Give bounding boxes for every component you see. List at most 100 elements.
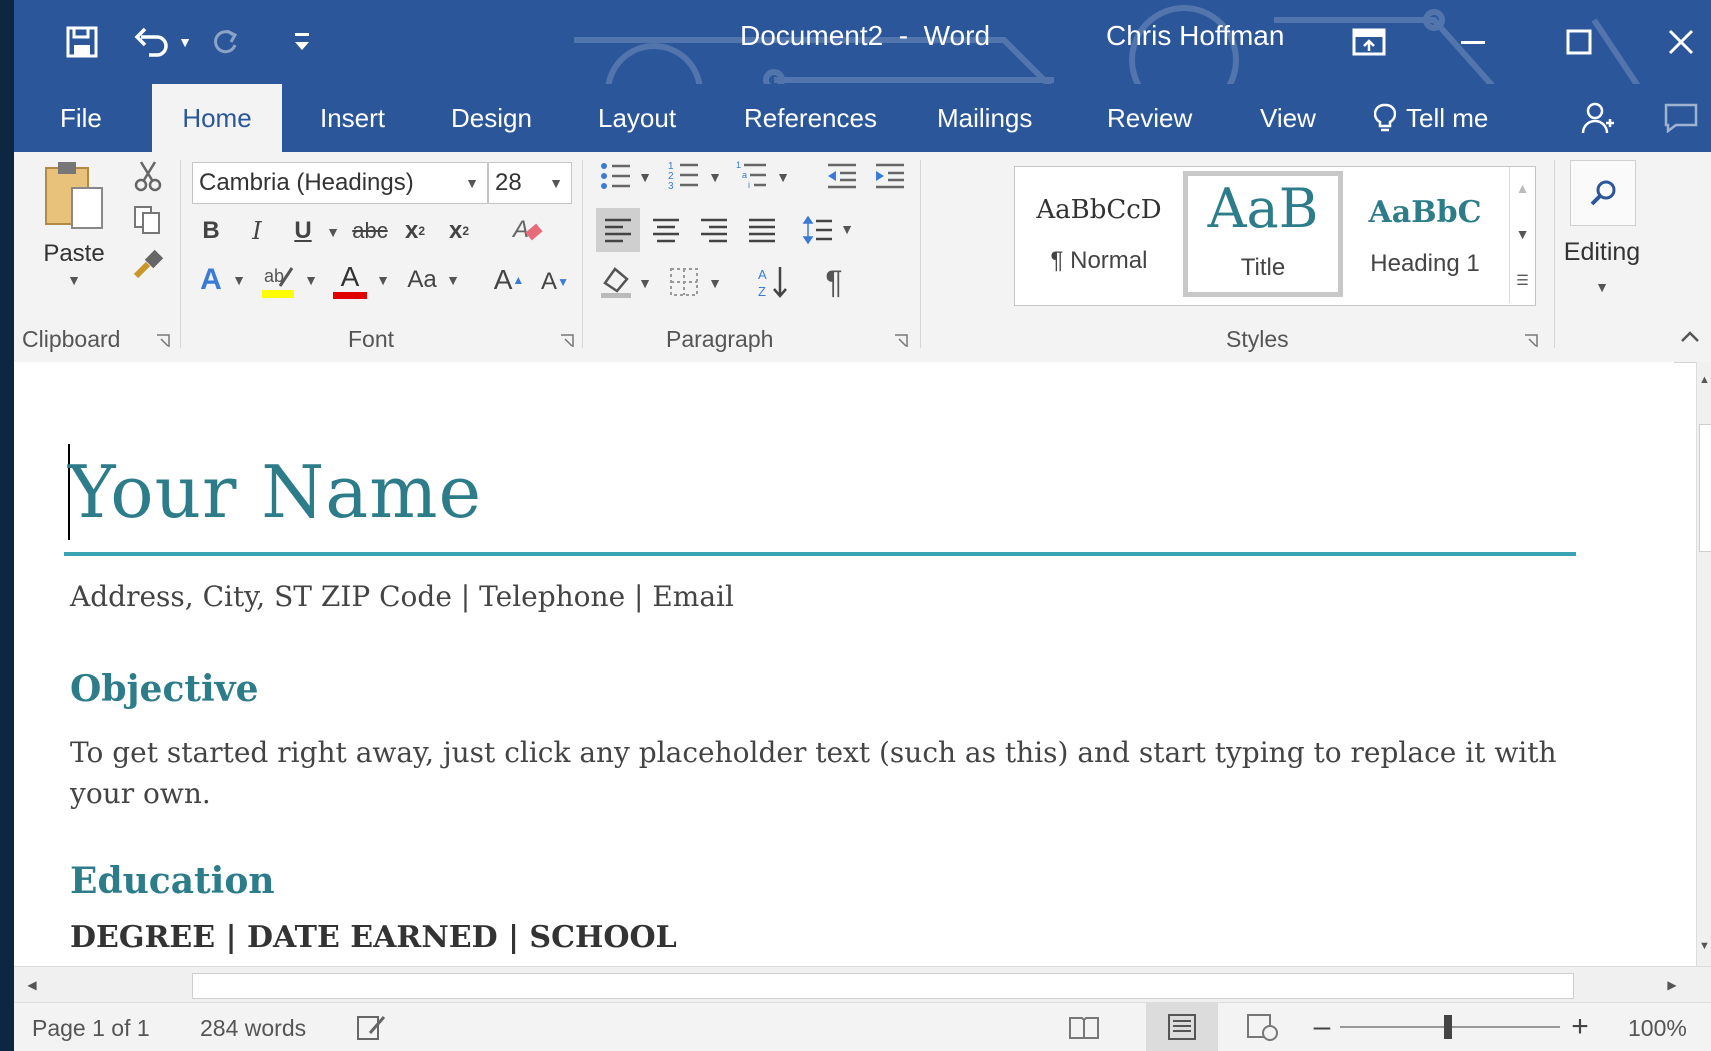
text-effects-dropdown-icon[interactable]: ▼ — [230, 270, 248, 290]
underline-dropdown-icon[interactable]: ▼ — [324, 222, 342, 242]
scroll-down-arrow-icon[interactable]: ▼ — [1697, 936, 1711, 956]
font-color-button[interactable]: A — [330, 258, 370, 302]
text-effects-button[interactable]: A — [194, 260, 228, 300]
styles-more-icon[interactable]: ☰ — [1510, 263, 1535, 297]
underline-button[interactable]: U — [288, 214, 318, 248]
user-name[interactable]: Chris Hoffman — [1106, 20, 1284, 52]
italic-button[interactable]: I — [242, 214, 272, 248]
objective-paragraph[interactable]: To get started right away, just click an… — [70, 732, 1570, 814]
highlight-color-icon[interactable]: ab — [258, 258, 298, 302]
paragraph-launcher-icon[interactable] — [894, 334, 908, 348]
zoom-level[interactable]: 100% — [1628, 1015, 1687, 1042]
ribbon-display-options-icon[interactable] — [1334, 10, 1404, 74]
style-title[interactable]: AaB Title — [1183, 171, 1343, 297]
maximize-icon[interactable] — [1544, 10, 1614, 74]
cut-icon[interactable] — [130, 158, 166, 194]
show-formatting-marks-button[interactable]: ¶ — [814, 260, 854, 304]
styles-launcher-icon[interactable] — [1524, 334, 1538, 348]
resume-name-title[interactable]: Your Name — [68, 450, 482, 534]
justify-icon[interactable] — [740, 208, 784, 252]
font-size-dropdown-icon[interactable]: ▼ — [549, 175, 571, 191]
format-painter-icon[interactable] — [130, 246, 166, 282]
tab-references[interactable]: References — [734, 84, 887, 152]
font-name-dropdown-icon[interactable]: ▼ — [465, 175, 487, 191]
bullets-icon[interactable] — [596, 156, 636, 196]
align-left-icon[interactable] — [596, 208, 640, 252]
paste-button[interactable]: Paste ▼ — [34, 158, 114, 288]
bullets-dropdown-icon[interactable]: ▼ — [636, 168, 654, 186]
numbering-dropdown-icon[interactable]: ▼ — [706, 168, 724, 186]
horizontal-scroll-thumb[interactable] — [192, 973, 1574, 999]
undo-icon[interactable] — [126, 18, 176, 66]
read-mode-icon[interactable] — [1062, 1009, 1106, 1045]
horizontal-scrollbar[interactable]: ◀ ▶ — [14, 966, 1711, 1003]
change-case-dropdown-icon[interactable]: ▼ — [444, 270, 462, 290]
scroll-left-arrow-icon[interactable]: ◀ — [20, 973, 44, 997]
font-color-dropdown-icon[interactable]: ▼ — [374, 270, 392, 290]
degree-line[interactable]: DEGREE | DATE EARNED | SCHOOL — [70, 920, 677, 955]
tab-home[interactable]: Home — [152, 84, 282, 152]
styles-scroll-up-icon[interactable]: ▲ — [1510, 173, 1535, 203]
subscript-button[interactable]: x2 — [398, 214, 432, 248]
highlight-dropdown-icon[interactable]: ▼ — [302, 270, 320, 290]
contact-line[interactable]: Address, City, ST ZIP Code | Telephone |… — [70, 580, 734, 613]
scroll-up-arrow-icon[interactable]: ▲ — [1697, 370, 1711, 390]
align-right-icon[interactable] — [692, 208, 736, 252]
objective-heading[interactable]: Objective — [70, 668, 259, 710]
clipboard-launcher-icon[interactable] — [156, 334, 170, 348]
tab-insert[interactable]: Insert — [310, 84, 395, 152]
superscript-button[interactable]: x2 — [442, 214, 476, 248]
print-layout-icon[interactable] — [1146, 1003, 1218, 1051]
tab-mailings[interactable]: Mailings — [927, 84, 1042, 152]
style-heading-1[interactable]: AaBbC Heading 1 — [1345, 171, 1505, 297]
find-icon[interactable] — [1570, 160, 1636, 226]
styles-scroll-down-icon[interactable]: ▼ — [1510, 219, 1535, 249]
shading-dropdown-icon[interactable]: ▼ — [636, 274, 654, 292]
borders-dropdown-icon[interactable]: ▼ — [706, 274, 724, 292]
line-spacing-icon[interactable] — [798, 208, 838, 252]
style-normal[interactable]: AaBbCcD ¶ Normal — [1019, 171, 1179, 297]
borders-icon[interactable] — [664, 260, 704, 304]
font-size-combo[interactable]: 28 ▼ — [488, 162, 572, 204]
tell-me-box[interactable]: Tell me — [1364, 84, 1498, 152]
multilevel-list-icon[interactable]: 1ai — [732, 156, 772, 196]
save-icon[interactable] — [56, 18, 108, 66]
vertical-scrollbar[interactable]: ▲ ▼ — [1696, 362, 1711, 966]
strikethrough-button[interactable]: abc — [350, 214, 390, 248]
sort-icon[interactable]: AZ — [754, 260, 794, 304]
shading-icon[interactable] — [596, 260, 636, 304]
font-launcher-icon[interactable] — [560, 334, 574, 348]
shrink-font-button[interactable]: A ▼ — [538, 262, 572, 302]
numbering-icon[interactable]: 123 — [664, 156, 704, 196]
share-icon[interactable] — [1570, 84, 1626, 152]
minimize-icon[interactable] — [1438, 10, 1508, 74]
undo-dropdown-icon[interactable]: ▼ — [174, 18, 196, 66]
copy-icon[interactable] — [130, 202, 166, 238]
decrease-indent-icon[interactable] — [822, 156, 862, 196]
zoom-slider-thumb[interactable] — [1444, 1015, 1452, 1039]
collapse-ribbon-icon[interactable] — [1676, 322, 1704, 350]
comments-icon[interactable] — [1654, 84, 1708, 152]
clear-formatting-icon[interactable]: A — [508, 210, 548, 250]
tab-layout[interactable]: Layout — [588, 84, 686, 152]
proofing-icon[interactable] — [354, 1011, 390, 1043]
word-count[interactable]: 284 words — [200, 1015, 306, 1042]
page-count[interactable]: Page 1 of 1 — [32, 1015, 150, 1042]
editing-dropdown-icon[interactable]: ▼ — [1592, 278, 1612, 296]
tab-view[interactable]: View — [1250, 84, 1326, 152]
change-case-button[interactable]: Aa — [400, 260, 444, 300]
grow-font-button[interactable]: A ▲ — [492, 260, 526, 300]
vertical-scroll-thumb[interactable] — [1699, 424, 1711, 552]
editing-button[interactable]: Editing — [1554, 232, 1650, 272]
zoom-in-icon[interactable]: + — [1568, 1010, 1592, 1043]
increase-indent-icon[interactable] — [870, 156, 910, 196]
multilevel-dropdown-icon[interactable]: ▼ — [774, 168, 792, 186]
line-spacing-dropdown-icon[interactable]: ▼ — [838, 220, 856, 238]
font-name-combo[interactable]: Cambria (Headings) ▼ — [192, 162, 488, 204]
tab-file[interactable]: File — [50, 84, 112, 152]
customize-qat-icon[interactable] — [284, 18, 320, 66]
tab-review[interactable]: Review — [1097, 84, 1202, 152]
education-heading[interactable]: Education — [70, 860, 275, 902]
web-layout-icon[interactable] — [1240, 1009, 1284, 1045]
tab-design[interactable]: Design — [441, 84, 542, 152]
